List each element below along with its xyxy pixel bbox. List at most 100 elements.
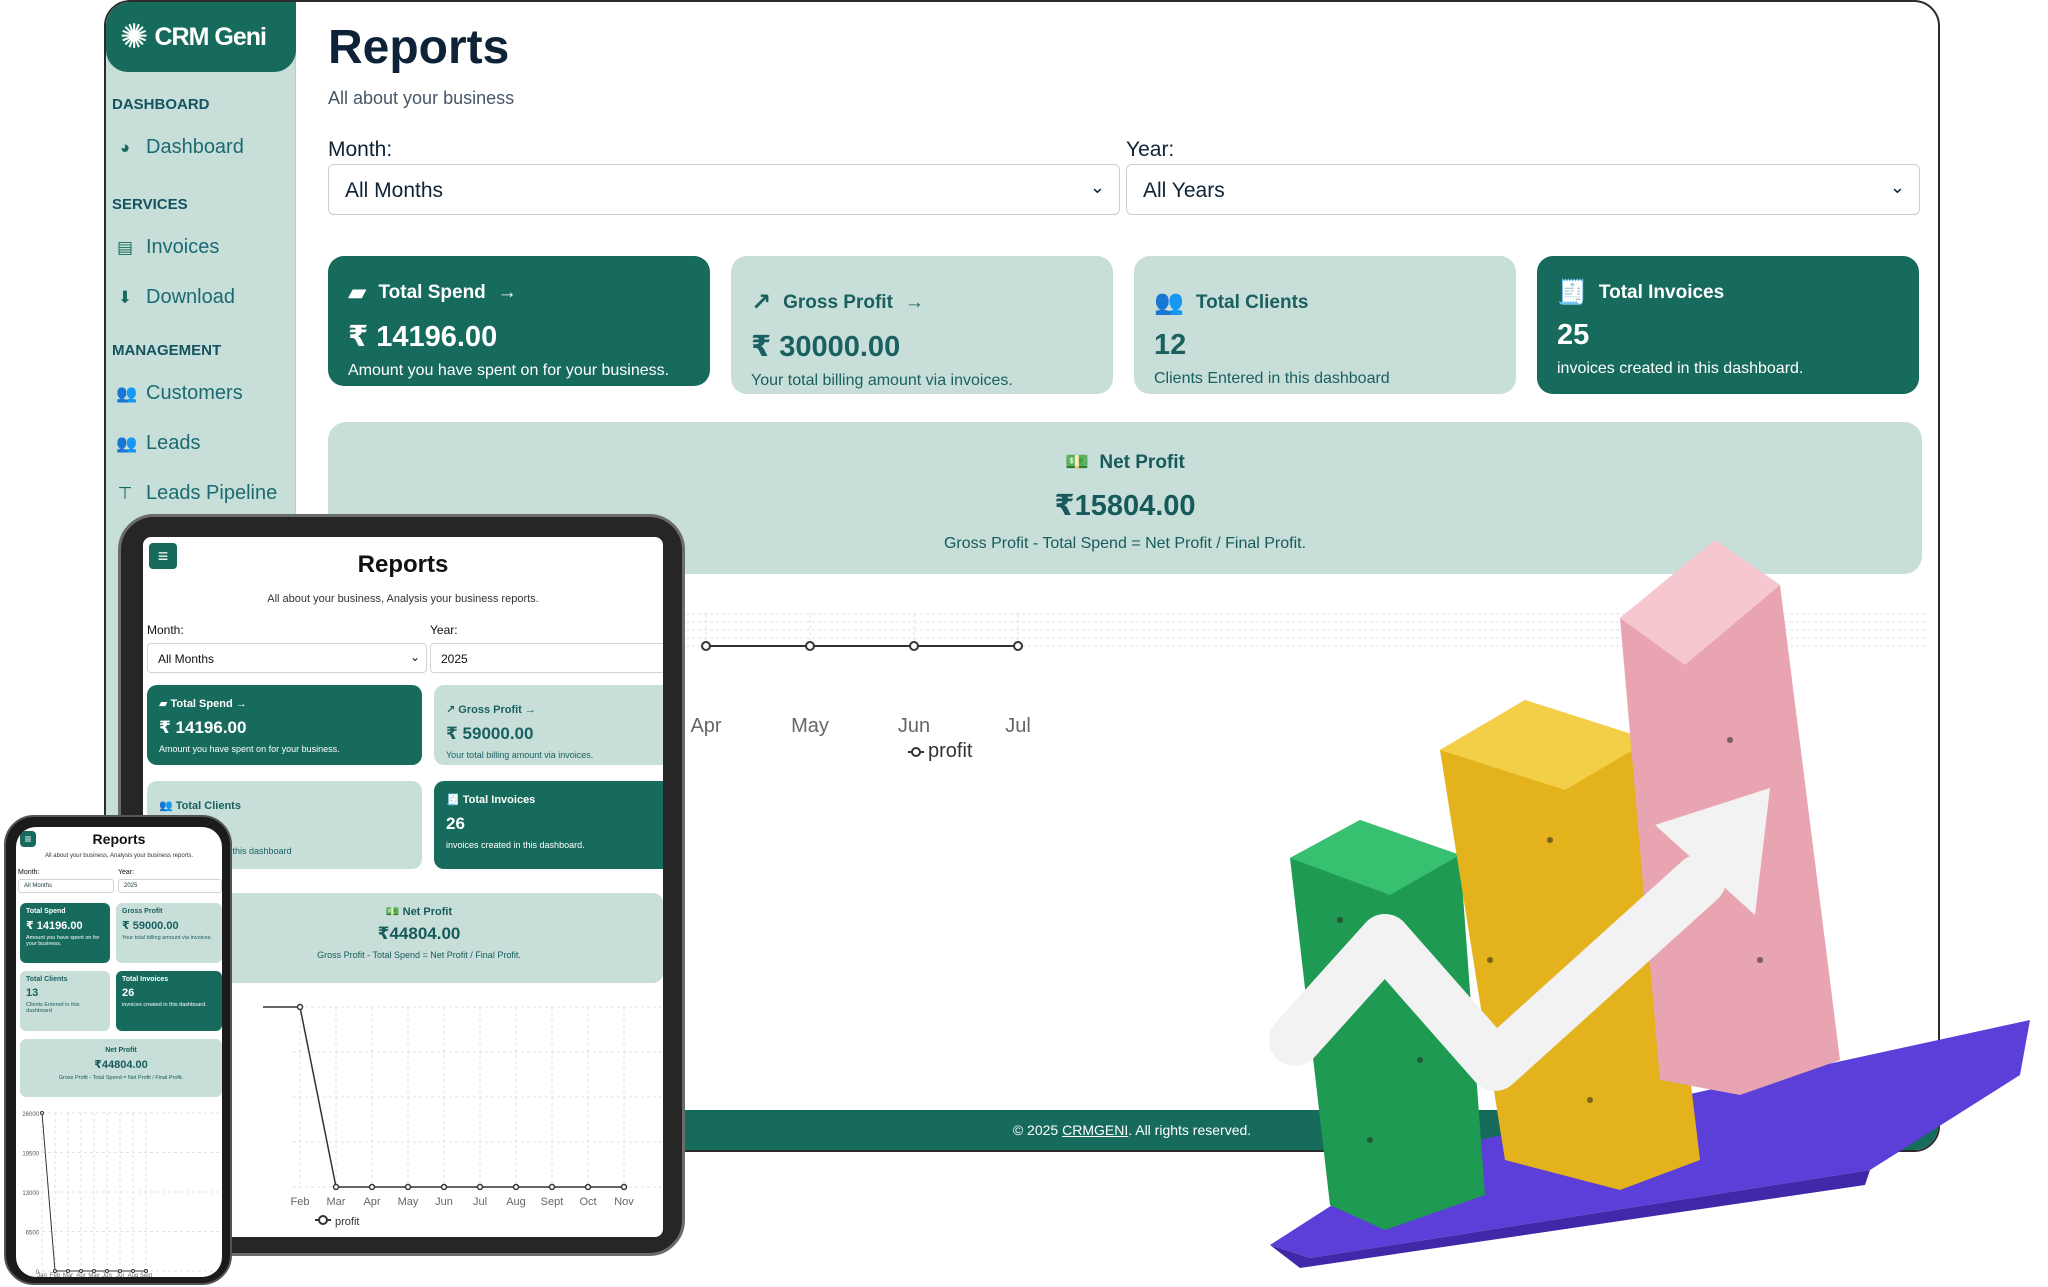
phone-month-value: All Months xyxy=(24,883,53,889)
invoice-icon: 🧾 xyxy=(446,794,460,806)
tablet-year-select[interactable]: 2025 xyxy=(430,643,663,673)
tablet-card-gross-profit[interactable]: ↗ Gross Profit → ₹ 59000.00 Your total b… xyxy=(434,685,663,765)
sidebar-item-leads[interactable]: 👥 Leads xyxy=(116,432,201,455)
sidebar-item-label: Dashboard xyxy=(146,136,244,158)
sidebar-heading-management: MANAGEMENT xyxy=(112,342,222,359)
y-tick-label: 6500 xyxy=(26,1231,40,1237)
chevron-down-icon: ⌄ xyxy=(1089,177,1105,197)
tablet-month-select[interactable]: All Months ⌄ xyxy=(147,643,427,673)
x-tick-label: Nov xyxy=(614,1196,634,1208)
brand-name: CRM Geni xyxy=(154,22,267,51)
year-select[interactable]: All Years ⌄ xyxy=(1126,164,1920,215)
users-icon: 👥 xyxy=(1154,289,1184,316)
sidebar-item-label: Download xyxy=(146,286,235,308)
phone-month-select[interactable]: All Months xyxy=(18,879,114,893)
card-value: ₹ 14196.00 xyxy=(159,718,247,737)
tablet-year-value: 2025 xyxy=(441,652,468,666)
data-point xyxy=(404,1183,412,1191)
tablet-page-subtitle: All about your business, Analysis your b… xyxy=(267,593,539,605)
card-total-clients: 👥 Total Clients 12 Clients Entered in th… xyxy=(1134,256,1516,394)
x-tick-label: May xyxy=(88,1273,99,1277)
data-point xyxy=(476,1183,484,1191)
card-title: Total Spend xyxy=(378,281,486,303)
card-title: Gross Profit xyxy=(122,908,163,915)
card-value: ₹ 59000.00 xyxy=(122,920,179,932)
phone-year-select[interactable]: 2025 xyxy=(118,879,222,893)
users-icon: 👥 xyxy=(116,383,138,403)
card-description: Amount you have spent on for your busine… xyxy=(26,935,100,947)
phone-month-label: Month: xyxy=(18,869,40,876)
sidebar-item-download[interactable]: ⬇ Download xyxy=(116,286,235,309)
phone-year-value: 2025 xyxy=(124,883,138,889)
trend-up-icon: ↗ xyxy=(446,704,456,716)
tablet-card-total-spend[interactable]: ▰ Total Spend → ₹ 14196.00 Amount you ha… xyxy=(147,685,422,765)
data-point xyxy=(512,1183,520,1191)
month-label: Month: xyxy=(328,138,393,161)
data-point xyxy=(332,1183,340,1191)
card-total-spend[interactable]: ▰ Total Spend → ₹ 14196.00 Amount you ha… xyxy=(328,256,710,386)
card-description: invoices created in this dashboard. xyxy=(1557,360,1804,377)
card-description: invoices created in this dashboard. xyxy=(446,840,585,850)
arrow-right-icon: → xyxy=(904,291,924,313)
data-point xyxy=(701,641,711,651)
sidebar-item-leads-pipeline[interactable]: ⊤ Leads Pipeline xyxy=(116,482,278,505)
month-select[interactable]: All Months ⌄ xyxy=(328,164,1120,215)
x-tick-label: Mar xyxy=(63,1273,73,1277)
sidebar-item-invoices[interactable]: ▤ Invoices xyxy=(116,236,219,259)
tablet-net-profit-panel: 💵 Net Profit ₹44804.00 Gross Profit - To… xyxy=(175,893,663,983)
phone-screen: ≡ Reports All about your business, Analy… xyxy=(16,827,222,1277)
phone-card-total-spend[interactable]: Total Spend ₹ 14196.00 Amount you have s… xyxy=(20,903,110,963)
tablet-card-total-invoices: 🧾 Total Invoices 26 invoices created in … xyxy=(434,781,663,869)
phone-card-gross-profit[interactable]: Gross Profit ₹ 59000.00 Your total billi… xyxy=(116,903,222,963)
phone-card-total-invoices: Total Invoices 26 invoices created in th… xyxy=(116,971,222,1031)
phone-profit-chart: 26000195001300065000Jan Feb Mar Apr May Jun Ju… xyxy=(22,1111,222,1277)
year-label: Year: xyxy=(1126,138,1175,161)
x-tick-label: Feb xyxy=(50,1273,61,1277)
card-description: Your total billing amount via invoices. xyxy=(751,372,1013,389)
card-title: Total Clients xyxy=(26,976,68,983)
x-tick-label: Aug xyxy=(506,1196,526,1208)
invoice-icon: 🧾 xyxy=(1557,279,1587,306)
card-value: ₹ 14196.00 xyxy=(348,321,498,353)
card-title: Gross Profit xyxy=(783,291,893,313)
money-icon: 💵 xyxy=(1065,452,1089,473)
tablet-year-label: Year: xyxy=(430,623,458,637)
funnel-icon: ⊤ xyxy=(117,483,133,503)
card-description: Your total billing amount via invoices. xyxy=(122,935,212,941)
y-tick-label: 13000 xyxy=(22,1191,39,1197)
gauge-icon: ◕ xyxy=(119,137,131,157)
card-description: Amount you have spent on for your busine… xyxy=(159,744,340,754)
phone-net-profit-panel: Net Profit ₹44804.00 Gross Profit - Tota… xyxy=(20,1039,222,1097)
card-value: 12 xyxy=(1154,329,1187,361)
wallet-icon: ▰ xyxy=(159,698,168,710)
month-select-value: All Months xyxy=(345,179,444,202)
x-tick-label: Jun xyxy=(435,1196,453,1208)
card-title: Total Invoices xyxy=(1598,281,1725,303)
data-point xyxy=(1013,641,1023,651)
card-gross-profit[interactable]: ↗ Gross Profit → ₹ 30000.00 Your total b… xyxy=(731,256,1113,394)
x-tick-label: Sept xyxy=(140,1273,153,1277)
sidebar-heading-dashboard: DASHBOARD xyxy=(112,96,210,113)
x-tick-label: Jul xyxy=(116,1273,124,1277)
phone-page-title: Reports xyxy=(92,831,146,847)
money-icon: 💵 xyxy=(385,906,400,918)
net-profit-title: Net Profit xyxy=(402,906,453,918)
trend-up-icon: ↗ xyxy=(751,289,772,316)
x-tick-label: May xyxy=(398,1196,419,1208)
tablet-month-value: All Months xyxy=(158,652,215,666)
legend-label: profit xyxy=(335,1216,359,1228)
card-value: 25 xyxy=(1557,319,1590,351)
data-point xyxy=(368,1183,376,1191)
x-tick-label: May xyxy=(791,715,829,737)
legend-marker xyxy=(911,747,921,757)
card-value: ₹ 30000.00 xyxy=(751,331,901,363)
footer-prefix: © 2025 xyxy=(1012,1122,1063,1138)
x-tick-label: Jul xyxy=(473,1196,487,1208)
sidebar-item-customers[interactable]: 👥 Customers xyxy=(116,382,243,405)
sidebar-heading-services: SERVICES xyxy=(112,196,188,213)
card-description: Clients Entered in this dashboard xyxy=(1154,370,1390,387)
file-icon: ▤ xyxy=(116,237,134,257)
footer-link[interactable]: CRMGENI xyxy=(1062,1122,1128,1138)
sidebar-item-dashboard[interactable]: ◕ Dashboard xyxy=(116,136,244,159)
brand-logo[interactable]: ✺ CRM Geni xyxy=(106,2,296,72)
